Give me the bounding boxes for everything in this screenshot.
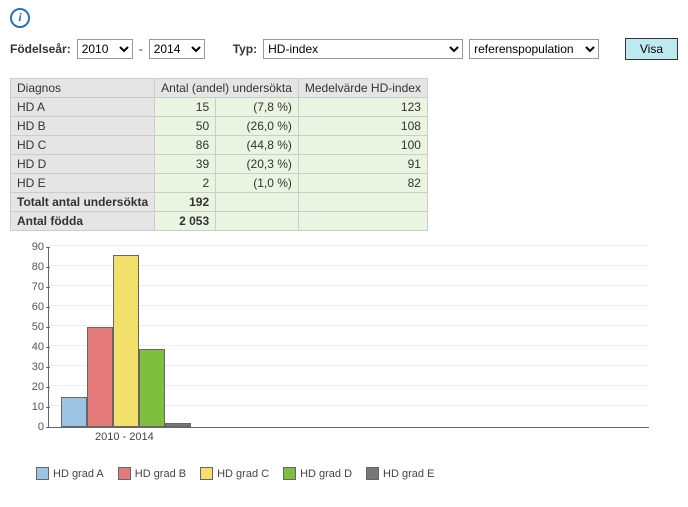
legend-item: HD grad E — [366, 467, 434, 480]
y-tick: 0 — [20, 421, 44, 433]
table-row-born: Antal födda 2 053 — [11, 212, 428, 231]
info-icon[interactable]: i — [10, 8, 30, 28]
legend-item: HD grad D — [283, 467, 352, 480]
legend-swatch — [36, 467, 49, 480]
legend-swatch — [200, 467, 213, 480]
legend-label: HD grad C — [217, 468, 269, 480]
col-antal: Antal (andel) undersökta — [155, 79, 299, 98]
bar — [165, 423, 191, 427]
show-button[interactable]: Visa — [625, 38, 678, 60]
y-tick: 50 — [20, 321, 44, 333]
y-tick: 60 — [20, 301, 44, 313]
x-category-label: 2010 - 2014 — [95, 431, 154, 443]
legend-label: HD grad D — [300, 468, 352, 480]
table-row: HD D 39 (20,3 %) 91 — [11, 155, 428, 174]
legend-swatch — [118, 467, 131, 480]
year-to-select[interactable]: 2014 — [149, 39, 205, 59]
birthyear-label: Födelseår: — [10, 42, 71, 56]
legend: HD grad A HD grad B HD grad C HD grad D HD g… — [36, 467, 678, 480]
population-select[interactable]: referenspopulation — [469, 39, 599, 59]
legend-item: HD grad B — [118, 467, 186, 480]
table-row: HD B 50 (26,0 %) 108 — [11, 117, 428, 136]
type-select[interactable]: HD-index — [263, 39, 463, 59]
legend-item: HD grad A — [36, 467, 104, 480]
y-tick: 30 — [20, 361, 44, 373]
y-tick: 10 — [20, 401, 44, 413]
legend-item: HD grad C — [200, 467, 269, 480]
bar-chart: 01020304050607080902010 - 2014 HD grad A… — [16, 245, 678, 480]
legend-swatch — [283, 467, 296, 480]
table-row: HD A 15 (7,8 %) 123 — [11, 98, 428, 117]
y-tick: 90 — [20, 241, 44, 253]
legend-label: HD grad B — [135, 468, 186, 480]
y-tick: 80 — [20, 261, 44, 273]
year-from-select[interactable]: 2010 — [77, 39, 133, 59]
table-row: HD C 86 (44,8 %) 100 — [11, 136, 428, 155]
table-row-total: Totalt antal undersökta 192 — [11, 193, 428, 212]
bar — [139, 349, 165, 427]
year-dash: - — [139, 42, 143, 56]
bar — [87, 327, 113, 427]
legend-label: HD grad E — [383, 468, 434, 480]
y-tick: 40 — [20, 341, 44, 353]
type-label: Typ: — [233, 42, 257, 56]
table-row: HD E 2 (1,0 %) 82 — [11, 174, 428, 193]
bar — [61, 397, 87, 427]
col-medel: Medelvärde HD-index — [298, 79, 427, 98]
y-tick: 70 — [20, 281, 44, 293]
filter-controls: Födelseår: 2010 - 2014 Typ: HD-index ref… — [10, 38, 678, 60]
y-tick: 20 — [20, 381, 44, 393]
legend-label: HD grad A — [53, 468, 104, 480]
col-diagnos: Diagnos — [11, 79, 155, 98]
results-table: Diagnos Antal (andel) undersökta Medelvä… — [10, 78, 428, 231]
bar — [113, 255, 139, 427]
legend-swatch — [366, 467, 379, 480]
